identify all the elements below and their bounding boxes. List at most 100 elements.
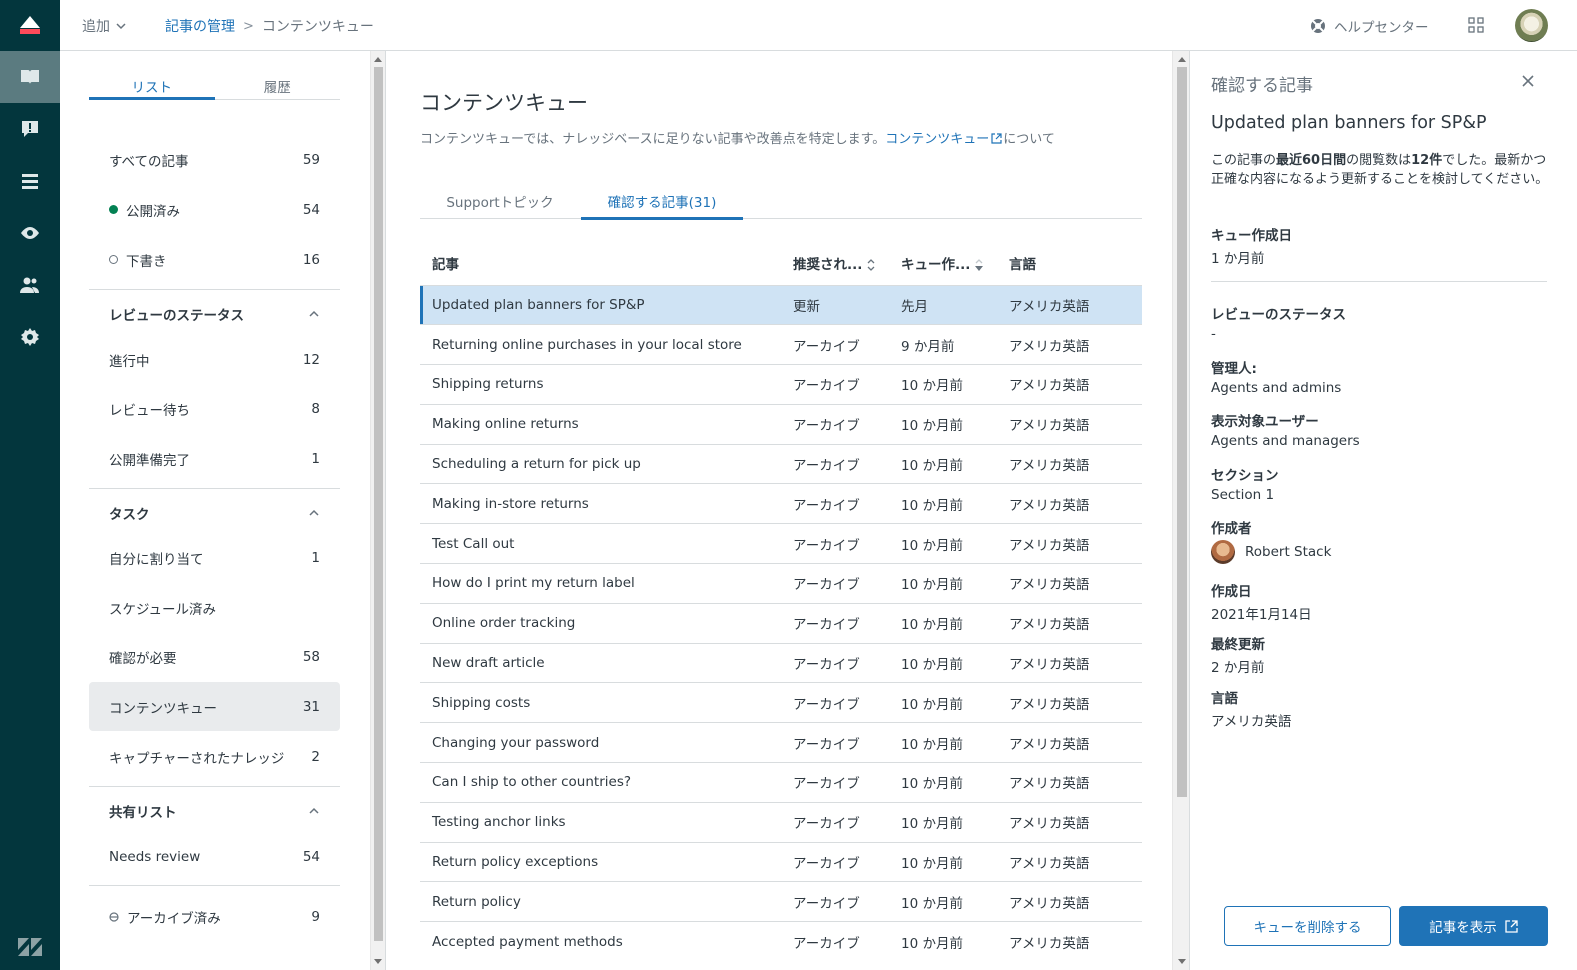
scroll-up-arrow-icon[interactable] <box>1178 57 1186 62</box>
nav-feedback-icon[interactable] <box>0 103 60 155</box>
table-row[interactable]: Can I ship to other countries? アーカイブ 10 か月… <box>420 762 1142 803</box>
column-header-cue-created[interactable]: キュー作... <box>889 242 997 285</box>
left-item-archived[interactable]: アーカイブ済み 9 <box>89 892 340 941</box>
left-item-draft[interactable]: 下書き 16 <box>89 235 340 284</box>
help-center-link[interactable]: ヘルプセンター <box>1310 16 1429 36</box>
scroll-down-arrow-icon[interactable] <box>374 959 382 964</box>
scrollbar-thumb[interactable] <box>1177 67 1187 797</box>
table-row[interactable]: New draft article アーカイブ 10 か月前 アメリカ英語 <box>420 642 1142 683</box>
view-article-button[interactable]: 記事を表示 <box>1399 906 1548 946</box>
shared-lists-section-header[interactable]: 共有リスト <box>89 786 340 835</box>
column-header-recommended[interactable]: 推奨され... <box>781 242 889 285</box>
archive-icon <box>109 911 119 922</box>
left-item-label: 公開準備完了 <box>109 452 190 469</box>
cell-recommended-action: アーカイブ <box>781 602 889 644</box>
table-row[interactable]: Scheduling a return for pick up アーカイブ 10 か… <box>420 443 1142 484</box>
table-row[interactable]: Updated plan banners for SP&P 更新 先月 アメリカ英語 <box>420 284 1142 325</box>
tab-support-topics[interactable]: Supportトピック <box>420 191 580 219</box>
cell-language: アメリカ英語 <box>997 563 1142 604</box>
cell-language: アメリカ英語 <box>997 841 1142 882</box>
table-row[interactable]: Shipping costs アーカイブ 10 か月前 アメリカ英語 <box>420 682 1142 723</box>
cell-article-title: Returning online purchases in your local… <box>420 324 781 365</box>
tab-list[interactable]: リスト <box>89 76 215 100</box>
cell-language: アメリカ英語 <box>997 443 1142 484</box>
chevron-up-icon <box>309 807 319 814</box>
close-icon[interactable] <box>1519 72 1537 90</box>
column-header-label: 推奨され... <box>793 257 863 274</box>
cell-cue-created: 10 か月前 <box>889 443 997 484</box>
nav-eye-icon[interactable] <box>0 207 60 259</box>
table-row[interactable]: Online order tracking アーカイブ 10 か月前 アメリカ英語 <box>420 602 1142 644</box>
scrollbar-thumb[interactable] <box>374 67 383 941</box>
nav-list-icon[interactable] <box>0 155 60 207</box>
left-item-label: スケジュール済み <box>109 601 217 618</box>
product-logo-icon[interactable] <box>0 0 60 50</box>
user-avatar[interactable] <box>1515 9 1548 42</box>
main-scrollbar[interactable] <box>1172 51 1190 970</box>
cell-language: アメリカ英語 <box>997 801 1142 843</box>
left-item-count: 59 <box>302 151 320 168</box>
table-row[interactable]: Test Call out アーカイブ 10 か月前 アメリカ英語 <box>420 523 1142 564</box>
cell-article-title: Changing your password <box>420 722 781 763</box>
nav-settings-icon[interactable] <box>0 311 60 363</box>
apps-grid-icon[interactable] <box>1468 17 1484 33</box>
sort-descending-icon <box>975 259 984 272</box>
cell-article-title: Return policy exceptions <box>420 841 781 882</box>
cell-article-title: How do I print my return label <box>420 563 781 604</box>
field-label: 表示対象ユーザー <box>1211 414 1319 430</box>
cell-cue-created: 10 か月前 <box>889 642 997 683</box>
nav-articles-icon[interactable] <box>0 51 60 103</box>
left-item-awaiting-review[interactable]: レビュー待ち 8 <box>89 384 340 433</box>
left-item-content-cues[interactable]: コンテンツキュー 31 <box>89 682 340 731</box>
cell-article-title: Return policy <box>420 881 781 922</box>
left-item-published[interactable]: 公開済み 54 <box>89 185 340 234</box>
author[interactable]: Robert Stack <box>1211 540 1551 564</box>
left-item-needs-review[interactable]: Needs review 54 <box>89 832 340 881</box>
field-value: 1 か月前 <box>1211 251 1265 267</box>
tasks-section-header[interactable]: タスク <box>89 488 340 537</box>
page-description: コンテンツキューでは、ナレッジベースに足りない記事や改善点を特定します。コンテン… <box>420 128 1055 147</box>
cell-recommended-action: アーカイブ <box>781 403 889 445</box>
tab-history[interactable]: 履歴 <box>215 76 341 99</box>
left-item-all-articles[interactable]: すべての記事 59 <box>89 135 340 184</box>
review-status-section-header[interactable]: レビューのステータス <box>89 289 340 338</box>
table-row[interactable]: Making online returns アーカイブ 10 か月前 アメリカ英語 <box>420 403 1142 445</box>
table-row[interactable]: Returning online purchases in your local… <box>420 324 1142 365</box>
table-row[interactable]: Testing anchor links アーカイブ 10 か月前 アメリカ英語 <box>420 801 1142 843</box>
remove-cue-button[interactable]: キューを削除する <box>1224 906 1391 946</box>
left-panel-scrollbar[interactable] <box>370 51 386 970</box>
nav-users-icon[interactable] <box>0 259 60 311</box>
scroll-down-arrow-icon[interactable] <box>1178 959 1186 964</box>
table-row[interactable]: Changing your password アーカイブ 10 か月前 アメリカ英語 <box>420 722 1142 763</box>
scroll-up-arrow-icon[interactable] <box>374 57 382 62</box>
add-label: 追加 <box>82 19 110 35</box>
left-item-needs-verification[interactable]: 確認が必要 58 <box>89 632 340 681</box>
tab-articles-to-review[interactable]: 確認する記事(31) <box>581 191 743 220</box>
left-item-captured-knowledge[interactable]: キャプチャーされたナレッジ 2 <box>89 732 340 781</box>
left-item-ready-to-publish[interactable]: 公開準備完了 1 <box>89 434 340 483</box>
left-item-in-progress[interactable]: 進行中 12 <box>89 335 340 384</box>
field-cue-created: キュー作成日 1 か月前 <box>1211 224 1551 267</box>
table-row[interactable]: Making in-store returns アーカイブ 10 か月前 アメリカ英語 <box>420 483 1142 524</box>
cell-recommended-action: アーカイブ <box>781 642 889 683</box>
cell-recommended-action: アーカイブ <box>781 762 889 803</box>
table-row[interactable]: Return policy アーカイブ 10 か月前 アメリカ英語 <box>420 881 1142 922</box>
table-row[interactable]: Accepted payment methods アーカイブ 10 か月前 アメリカ英… <box>420 921 1142 962</box>
column-header-language: 言語 <box>1009 257 1036 274</box>
table-row[interactable]: Return policy exceptions アーカイブ 10 か月前 アメリカ英… <box>420 841 1142 882</box>
note-text: の閲覧数は <box>1346 153 1412 168</box>
add-menu-button[interactable]: 追加 <box>82 16 126 36</box>
content-cues-help-link[interactable]: コンテンツキュー <box>885 132 1003 147</box>
left-item-scheduled[interactable]: スケジュール済み <box>89 583 340 632</box>
cell-cue-created: 10 か月前 <box>889 682 997 723</box>
table-row[interactable]: Shipping returns アーカイブ 10 か月前 アメリカ英語 <box>420 364 1142 405</box>
divider <box>89 885 340 886</box>
author-avatar <box>1211 540 1235 564</box>
breadcrumb-parent-link[interactable]: 記事の管理 <box>165 16 235 36</box>
table-row[interactable]: How do I print my return label アーカイブ 10 か月… <box>420 563 1142 604</box>
field-value: 2 か月前 <box>1211 660 1265 676</box>
field-section: セクション Section 1 <box>1211 464 1551 503</box>
left-panel: リスト 履歴 すべての記事 59 公開済み 54 下書き 16 レビューのステー… <box>60 51 370 970</box>
cell-recommended-action: 更新 <box>781 284 889 325</box>
left-item-assigned-to-me[interactable]: 自分に割り当て 1 <box>89 533 340 582</box>
